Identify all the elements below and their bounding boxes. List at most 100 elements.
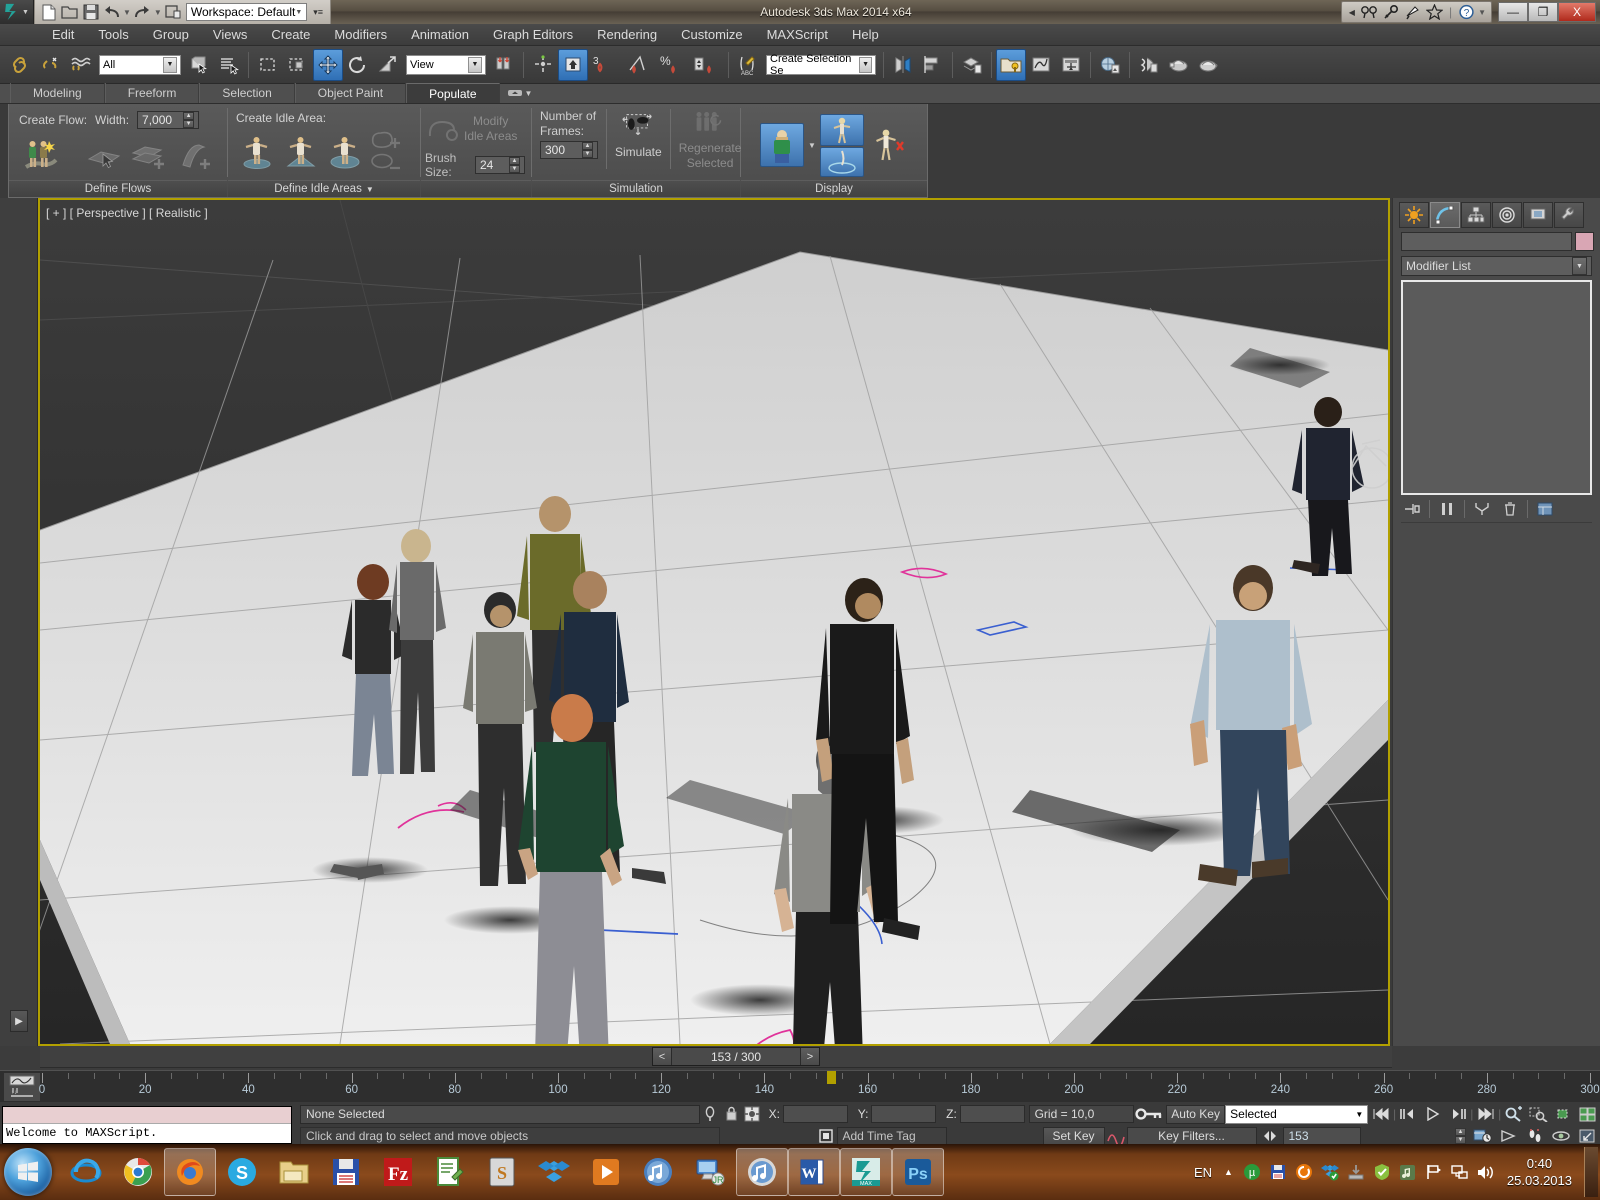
utilities-tab[interactable]: [1554, 202, 1584, 228]
simulate-icon[interactable]: [617, 109, 659, 145]
previous-frame-arrow[interactable]: <: [653, 1048, 671, 1065]
taskbar-3dsmax[interactable]: MAX: [840, 1148, 892, 1196]
hide-people-icon[interactable]: [868, 124, 908, 166]
menu-item-group[interactable]: Group: [141, 25, 201, 44]
open-file-icon[interactable]: [59, 2, 80, 22]
spinner-arrows-icon[interactable]: ▲ ▼: [509, 157, 520, 173]
key-mode-combo[interactable]: Selected ▼: [1225, 1104, 1369, 1124]
chevron-down-icon[interactable]: ▼: [1355, 1110, 1363, 1119]
number-of-frames-spinner[interactable]: 300 ▲ ▼: [540, 141, 598, 159]
key-icon[interactable]: [1380, 2, 1402, 22]
render-setup-icon[interactable]: [1134, 49, 1164, 81]
rendered-frame-window-icon[interactable]: [1164, 49, 1194, 81]
named-selection-sets-combo[interactable]: Create Selection Se ▼: [766, 53, 876, 77]
current-frame-field[interactable]: 153: [1282, 1126, 1361, 1146]
idle-area-free-icon[interactable]: [236, 130, 278, 172]
taskbar-sublime[interactable]: S: [476, 1148, 528, 1196]
zoom-extents-icon[interactable]: [1551, 1104, 1576, 1124]
idle-area-ellipse-icon[interactable]: [324, 130, 366, 172]
current-frame-marker[interactable]: [827, 1071, 837, 1084]
menu-item-animation[interactable]: Animation: [399, 25, 481, 44]
workspace-selector[interactable]: Workspace: Default ▼: [185, 3, 308, 21]
select-and-rotate-icon[interactable]: [343, 49, 373, 81]
select-and-move-icon[interactable]: [313, 48, 343, 81]
x-coordinate-field[interactable]: [782, 1105, 848, 1123]
previous-frame-icon[interactable]: [1396, 1104, 1421, 1124]
ribbon-minimize-button[interactable]: ▼: [500, 83, 541, 103]
brush-size-spinner[interactable]: 24 ▲ ▼: [475, 156, 525, 174]
language-indicator[interactable]: EN: [1188, 1165, 1218, 1180]
chevron-down-icon[interactable]: ▼: [295, 9, 302, 16]
menu-item-create[interactable]: Create: [259, 25, 322, 44]
schematic-view-icon[interactable]: [1056, 49, 1086, 81]
menu-item-rendering[interactable]: Rendering: [585, 25, 669, 44]
infocenter-collapse-icon[interactable]: ◀: [1346, 8, 1358, 17]
taskbar-dropbox[interactable]: [528, 1148, 580, 1196]
chevron-down-icon[interactable]: ▼: [1572, 257, 1587, 275]
rectangular-selection-region-icon[interactable]: [253, 49, 283, 81]
zoom-extents-all-icon[interactable]: [1575, 1104, 1600, 1124]
set-key-button[interactable]: Set Key: [1042, 1126, 1105, 1146]
key-mode-toggle-icon[interactable]: [1134, 1105, 1166, 1124]
curve-editor-icon[interactable]: [1026, 49, 1056, 81]
orbit-icon[interactable]: [1548, 1126, 1574, 1146]
help-icon[interactable]: ?: [1455, 2, 1477, 22]
taskbar-clock[interactable]: 0:40 25.03.2013: [1499, 1155, 1580, 1189]
frame-spinner-arrows-icon[interactable]: ▲ ▼: [1455, 1128, 1466, 1144]
maximize-viewport-icon[interactable]: [1574, 1126, 1600, 1146]
viewport-label[interactable]: [ + ] [ Perspective ] [ Realistic ]: [46, 206, 208, 220]
object-color-swatch[interactable]: [1575, 232, 1594, 251]
display-stick-figure-icon[interactable]: [819, 113, 864, 146]
bind-to-space-warp-icon[interactable]: [66, 49, 96, 81]
display-textured-people-icon[interactable]: [760, 123, 805, 167]
configure-modifier-sets-icon[interactable]: [1534, 499, 1556, 519]
redo-dropdown-icon[interactable]: ▼: [154, 8, 162, 17]
taskbar-word[interactable]: W: [788, 1148, 840, 1196]
pin-stack-icon[interactable]: [1401, 499, 1423, 519]
modify-idle-areas-icon[interactable]: [425, 112, 461, 146]
time-configuration-icon[interactable]: [1470, 1126, 1496, 1146]
undo-icon[interactable]: [101, 2, 122, 22]
track-bar[interactable]: ↑↓ 0 20 40 60 80 100 120 140 160 180 200 220 240 260 2…: [0, 1070, 1600, 1102]
select-by-name-icon[interactable]: [214, 49, 244, 81]
render-production-icon[interactable]: [1194, 49, 1224, 81]
ribbon-tab-freeform[interactable]: Freeform: [104, 83, 200, 103]
ribbon-tab-modeling[interactable]: Modeling: [10, 83, 105, 103]
snaps-toggle-icon[interactable]: [558, 48, 588, 81]
spinner-snap-toggle-icon[interactable]: [690, 49, 724, 81]
subtract-idle-area-icon[interactable]: [368, 152, 404, 172]
taskbar-filezilla[interactable]: Fz: [372, 1148, 424, 1196]
menu-item-maxscript[interactable]: MAXScript: [755, 25, 840, 44]
regenerate-selected-icon[interactable]: [688, 109, 732, 141]
selection-filter-combo[interactable]: All ▼: [99, 54, 181, 75]
taskbar-firefox[interactable]: [164, 1148, 216, 1196]
taskbar-photoshop[interactable]: Ps: [892, 1148, 944, 1196]
chevron-down-icon[interactable]: ▼: [468, 56, 482, 73]
modifier-list-combo[interactable]: Modifier List ▼: [1401, 256, 1592, 276]
maxscript-mini-listener[interactable]: Welcome to MAXScript.: [2, 1106, 292, 1144]
menu-item-tools[interactable]: Tools: [86, 25, 140, 44]
next-frame-icon[interactable]: [1446, 1104, 1471, 1124]
time-tag-icon[interactable]: [815, 1127, 837, 1146]
add-time-tag[interactable]: Add Time Tag: [836, 1127, 947, 1145]
time-ruler[interactable]: 0 20 40 60 80 100 120 140 160 180 200 220 240 260 280 3…: [39, 1071, 1600, 1103]
display-dropdown-icon[interactable]: ▼: [808, 141, 816, 150]
tray-flag-icon[interactable]: [1421, 1157, 1447, 1187]
go-to-start-icon[interactable]: [1368, 1104, 1393, 1124]
viewport-scroll-left-button[interactable]: ▶: [10, 1010, 28, 1032]
material-editor-icon[interactable]: [1095, 49, 1125, 81]
tray-orange-icon[interactable]: [1291, 1157, 1317, 1187]
qat-customize-icon[interactable]: ▾≡: [309, 7, 327, 18]
app-menu-caret-icon[interactable]: ▼: [22, 9, 29, 16]
taskbar-floppy-save[interactable]: [320, 1148, 372, 1196]
perspective-viewport[interactable]: z y x [ + ] [ Perspective ] [ Realistic …: [38, 198, 1390, 1046]
layer-explorer-icon[interactable]: [957, 49, 987, 81]
taskbar-skype[interactable]: S: [216, 1148, 268, 1196]
create-flow-icon[interactable]: [19, 133, 61, 175]
zoom-icon[interactable]: [1501, 1104, 1526, 1124]
time-slider-handle[interactable]: < 153 / 300 >: [652, 1047, 820, 1066]
percent-snap-toggle-icon[interactable]: %: [656, 49, 690, 81]
new-file-icon[interactable]: [38, 2, 59, 22]
start-button[interactable]: [4, 1148, 52, 1196]
unlink-selection-icon[interactable]: [36, 49, 66, 81]
